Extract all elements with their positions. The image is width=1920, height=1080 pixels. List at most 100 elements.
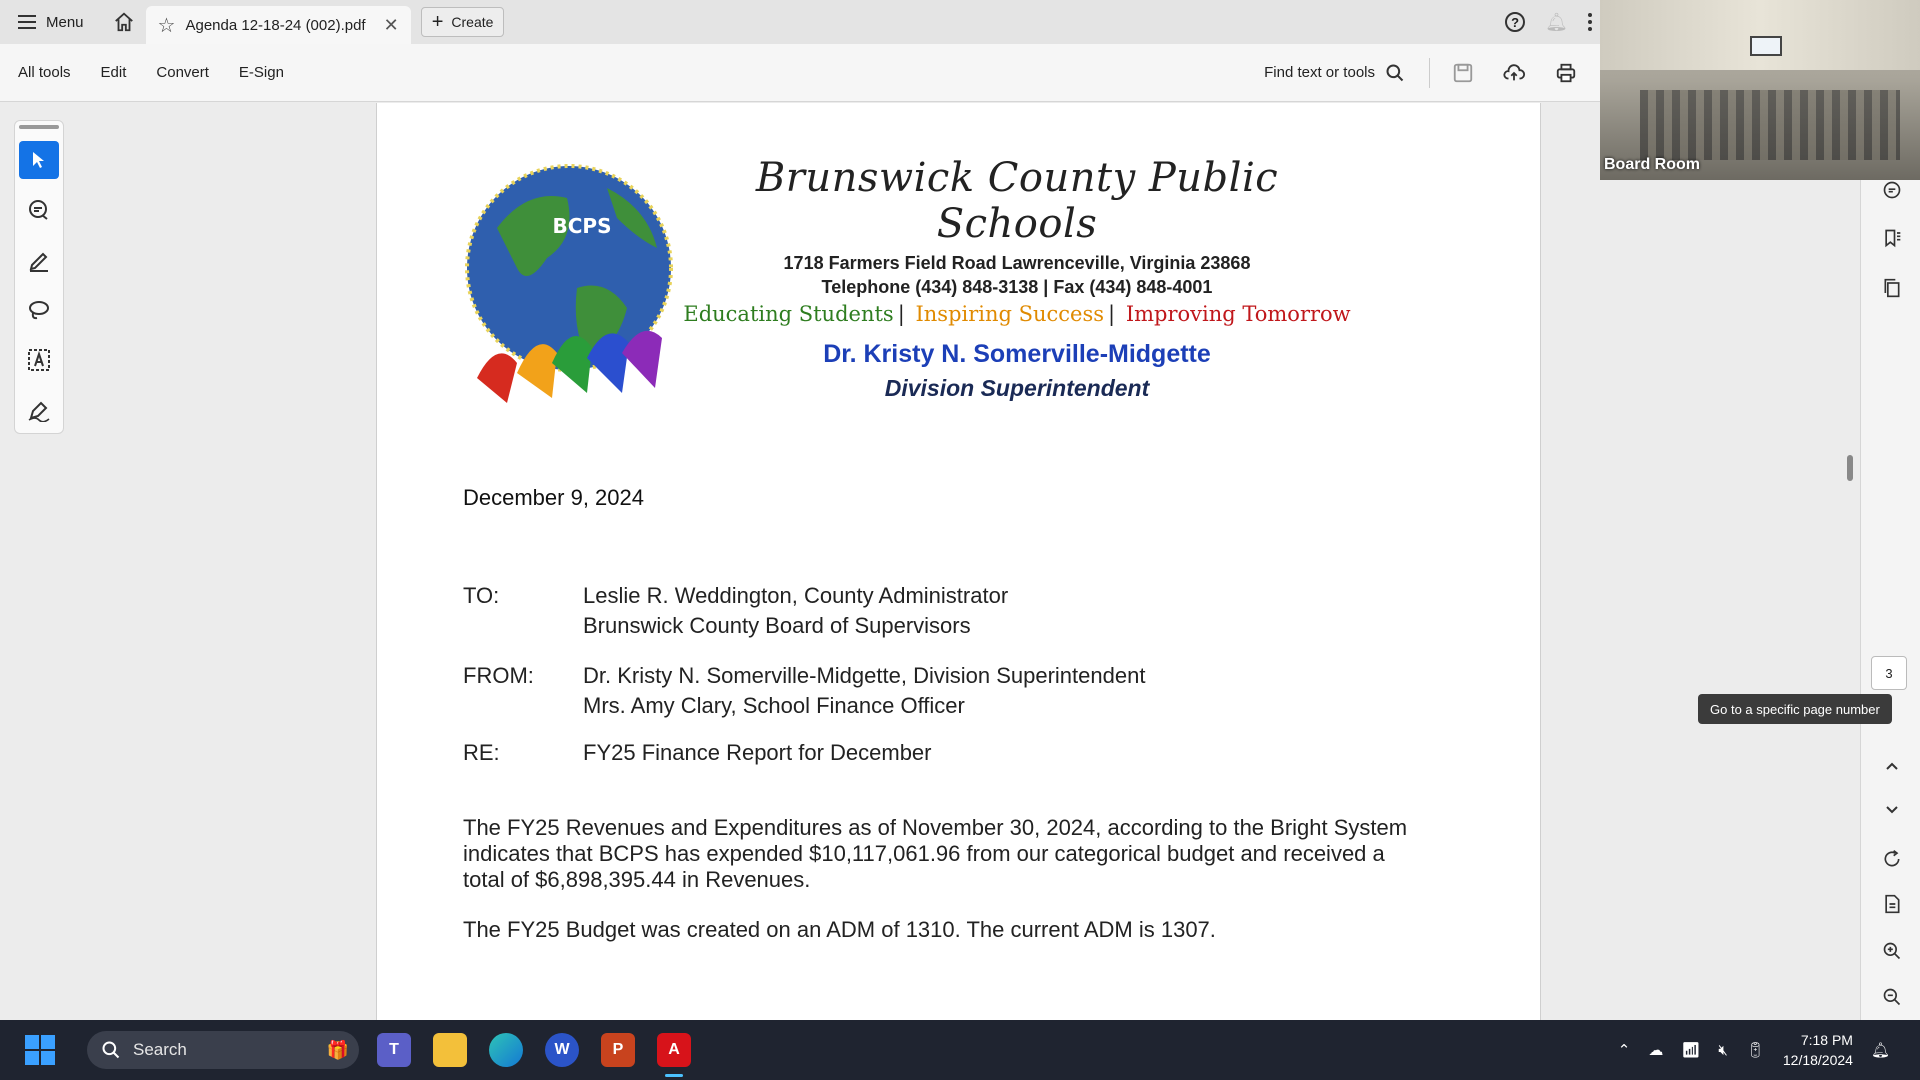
tab-title: Agenda 12-18-24 (002).pdf — [185, 16, 366, 34]
comment-tool[interactable] — [19, 191, 59, 229]
page-number-tooltip: Go to a specific page number — [1698, 694, 1892, 724]
comment-icon — [29, 200, 48, 220]
document-tab[interactable]: ☆ Agenda 12-18-24 (002).pdf ✕ — [145, 6, 411, 44]
save-icon[interactable] — [1452, 62, 1474, 84]
create-button[interactable]: + Create — [420, 7, 505, 37]
org-phone: Telephone (434) 848-3138 | Fax (434) 848… — [821, 277, 1213, 297]
motto-educating: Educating Students — [683, 302, 894, 326]
onedrive-cloud-icon[interactable]: ☁ — [1648, 1041, 1663, 1059]
fit-page-icon — [1885, 894, 1900, 914]
re-label: RE: — [463, 740, 500, 765]
page-number-input[interactable]: 3 — [1871, 656, 1907, 690]
more-options-icon[interactable] — [1588, 13, 1592, 31]
toolbar-edit[interactable]: Edit — [86, 64, 142, 81]
menu-button[interactable]: Menu — [0, 0, 102, 44]
cursor-arrow-icon — [33, 152, 44, 168]
powerpoint-app-icon[interactable]: P — [601, 1033, 635, 1067]
org-address: 1718 Farmers Field Road Lawrenceville, V… — [783, 253, 1251, 273]
vertical-scrollbar-thumb[interactable] — [1847, 455, 1853, 481]
star-icon[interactable]: ☆ — [158, 13, 176, 38]
from-line: Dr. Kristy N. Somerville-Midgette, Divis… — [583, 663, 1146, 688]
bookmarks-panel-button[interactable] — [1881, 227, 1903, 249]
hamburger-icon — [18, 15, 36, 29]
clock-time: 7:18 PM — [1800, 1032, 1853, 1048]
lasso-icon — [29, 301, 49, 320]
zoom-out-button[interactable] — [1881, 986, 1903, 1008]
find-label: Find text or tools — [1264, 64, 1375, 81]
quick-tools-rail — [14, 120, 64, 434]
tab-bar: Menu ☆ Agenda 12-18-24 (002).pdf ✕ + Cre… — [0, 0, 1600, 44]
previous-page-button[interactable] — [1881, 755, 1903, 777]
motto-improving: Improving Tomorrow — [1125, 302, 1351, 326]
webex-app-icon[interactable]: W — [545, 1033, 579, 1067]
pages-panel-button[interactable] — [1881, 277, 1903, 299]
memo-to: TO: Leslie R. Weddington, County Adminis… — [463, 583, 1008, 643]
signature-pen-icon — [28, 401, 50, 422]
acrobat-app-icon[interactable]: A — [657, 1033, 691, 1077]
clock-date: 12/18/2024 — [1782, 1052, 1853, 1068]
cloud-upload-icon[interactable] — [1502, 62, 1526, 84]
letterhead: Brunswick County Public Schools 1718 Far… — [677, 155, 1357, 402]
from-line: Mrs. Amy Clary, School Finance Officer — [583, 693, 965, 718]
video-wall — [1600, 0, 1920, 70]
zoom-in-button[interactable] — [1881, 940, 1903, 962]
volume-muted-icon[interactable]: 🔇︎ — [1718, 1042, 1727, 1059]
search-highlight-icon: 🎁 — [326, 1039, 349, 1060]
bcps-globe-logo: BCPS — [465, 164, 673, 403]
show-hidden-icons-chevron-icon[interactable]: ⌃ — [1618, 1041, 1631, 1059]
sign-tool[interactable] — [19, 391, 59, 429]
comments-panel-button[interactable] — [1881, 179, 1903, 201]
finance-paragraph: The FY25 Revenues and Expenditures as of… — [463, 815, 1408, 892]
wifi-icon[interactable]: 📶︎ — [1681, 1041, 1700, 1059]
create-label: Create — [451, 14, 494, 30]
notification-bell-icon[interactable]: 🔔︎ — [1545, 12, 1568, 33]
home-button[interactable] — [102, 0, 146, 44]
search-icon — [102, 1041, 120, 1059]
highlight-tool[interactable] — [19, 241, 59, 279]
pen-icon — [29, 252, 48, 272]
toolbar-all-tools[interactable]: All tools — [0, 64, 86, 81]
taskbar-search[interactable]: Search 🎁 — [87, 1031, 359, 1069]
search-placeholder: Search — [133, 1040, 187, 1059]
toolbar-convert[interactable]: Convert — [141, 64, 224, 81]
find-text-or-tools[interactable]: Find text or tools — [1264, 57, 1430, 88]
motto-inspiring: Inspiring Success — [915, 302, 1105, 326]
text-box-icon — [28, 349, 50, 371]
video-caption: Board Room — [1604, 156, 1700, 173]
home-icon — [114, 12, 133, 32]
top-toolbar: All tools Edit Convert E-Sign Find text … — [0, 44, 1600, 102]
windows-taskbar: Search 🎁 T W P A ⌃ ☁ 📶︎ 🔇︎ 🔋︎ 7:18 PM 12… — [0, 1020, 1920, 1080]
search-icon — [1386, 63, 1404, 81]
print-icon[interactable] — [1554, 62, 1578, 84]
next-page-button[interactable] — [1881, 799, 1903, 821]
windows-start-icon[interactable] — [25, 1035, 55, 1065]
system-clock[interactable]: 7:18 PM 12/18/2024 — [1783, 1030, 1853, 1070]
edge-browser-icon[interactable] — [489, 1033, 523, 1067]
toolbar-e-sign[interactable]: E-Sign — [224, 64, 299, 81]
help-icon[interactable]: ? — [1505, 12, 1526, 32]
rail-grip[interactable] — [19, 125, 59, 129]
rotate-icon — [1884, 850, 1900, 867]
notification-center-icon[interactable]: 🔔︎ — [1871, 1041, 1890, 1059]
document-viewport[interactable]: BCPS Brunswick County Public Schools 171… — [0, 103, 1600, 1020]
rotate-button[interactable] — [1881, 848, 1903, 870]
fit-page-button[interactable] — [1881, 893, 1903, 915]
adm-paragraph: The FY25 Budget was created on an ADM of… — [463, 917, 1216, 942]
motto: Educating Students | Inspiring Success | I… — [683, 302, 1351, 326]
board-room-video[interactable]: Board Room — [1600, 0, 1920, 180]
select-tool[interactable] — [19, 141, 59, 179]
teams-app-icon[interactable]: T — [377, 1033, 411, 1067]
to-line: Brunswick County Board of Supervisors — [583, 613, 971, 638]
to-label: TO: — [463, 583, 500, 608]
superintendent-name: Dr. Kristy N. Somerville-Midgette — [823, 340, 1211, 368]
bookmark-icon — [1885, 229, 1901, 248]
close-tab-icon[interactable]: ✕ — [384, 15, 399, 36]
text-tool[interactable] — [19, 341, 59, 379]
right-side-panel — [1860, 103, 1920, 1020]
file-explorer-icon[interactable] — [433, 1033, 467, 1067]
org-name: Brunswick County Public Schools — [755, 155, 1279, 247]
memo-date: December 9, 2024 — [463, 485, 644, 510]
logo-text: BCPS — [553, 214, 612, 238]
draw-tool[interactable] — [19, 291, 59, 329]
battery-icon[interactable]: 🔋︎ — [1746, 1041, 1765, 1059]
